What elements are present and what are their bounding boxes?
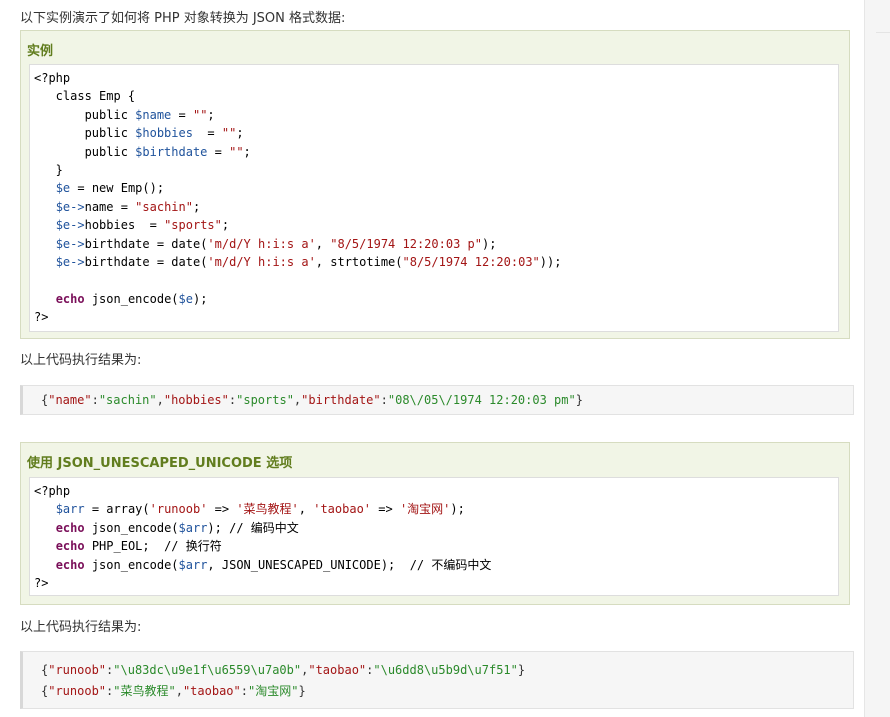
example-title-1: 实例 [27, 44, 54, 59]
example-box-1: 实例 <?php class Emp { public $name = ""; … [20, 30, 850, 339]
result-line: {"name":"sachin","hobbies":"sports","bir… [41, 393, 583, 407]
result-label-1: 以上代码执行结果为: [20, 353, 142, 368]
code-line: echo PHP_EOL; // 换行符 [55, 539, 222, 554]
code-block-1[interactable]: <?php class Emp { public $name = ""; pub… [29, 64, 839, 332]
code-line: echo json_encode($arr); // 编码中文 [55, 520, 299, 535]
code-line: public $birthdate = ""; [34, 144, 251, 159]
code-line: class Emp { [34, 89, 136, 104]
result-line: {"runoob":"\u83dc\u9e1f\u6559\u7a0b","ta… [41, 663, 526, 677]
code-line: <?php [34, 71, 71, 85]
result-block-1[interactable]: {"name":"sachin","hobbies":"sports","bir… [20, 385, 854, 415]
result-line: {"runoob":"菜鸟教程","taobao":"淘宝网"} [41, 684, 306, 698]
gutter-divider [876, 32, 890, 33]
page: 以下实例演示了如何将 PHP 对象转换为 JSON 格式数据: 实例 <?php… [0, 0, 890, 717]
code-line: $e->birthdate = date('m/d/Y h:i:s a', "8… [55, 236, 497, 251]
code-block-2[interactable]: <?php $arr = array('runoob' => '菜鸟教程', '… [29, 477, 839, 596]
code-line: $e->name = "sachin"; [55, 199, 201, 214]
code-line: public $name = ""; [34, 107, 215, 122]
example-title-2: 使用 JSON_UNESCAPED_UNICODE 选项 [27, 456, 293, 471]
right-gutter [864, 0, 890, 717]
code-line: $arr = array('runoob' => '菜鸟教程', 'taobao… [55, 502, 465, 517]
code-line: public $hobbies = ""; [34, 126, 244, 141]
code-line: echo json_encode($arr, JSON_UNESCAPED_UN… [55, 557, 492, 572]
code-line: $e->hobbies = "sports"; [55, 218, 230, 233]
code-line: <?php [34, 484, 71, 498]
code-line: echo json_encode($e); [55, 291, 208, 306]
intro-text: 以下实例演示了如何将 PHP 对象转换为 JSON 格式数据: [20, 11, 346, 26]
code-line: $e = new Emp(); [55, 181, 165, 196]
code-line: ?> [34, 310, 49, 325]
example-box-2: 使用 JSON_UNESCAPED_UNICODE 选项 <?php $arr … [20, 442, 850, 605]
result-block-2[interactable]: {"runoob":"\u83dc\u9e1f\u6559\u7a0b","ta… [20, 651, 854, 709]
result-label-2: 以上代码执行结果为: [20, 620, 142, 635]
code-line: ?> [34, 576, 49, 590]
code-line: } [34, 163, 63, 177]
code-line: $e->birthdate = date('m/d/Y h:i:s a', st… [55, 255, 562, 269]
